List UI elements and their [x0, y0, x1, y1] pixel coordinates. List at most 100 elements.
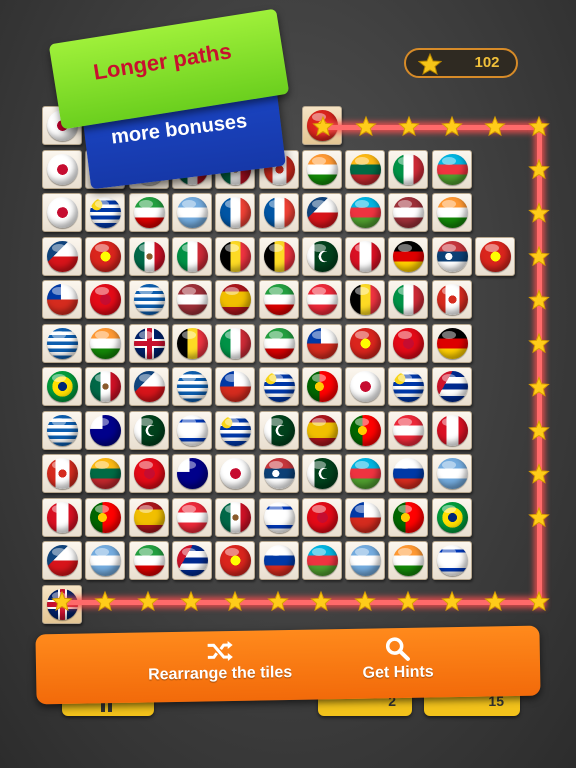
flag-tile-in[interactable]: [388, 541, 429, 580]
flag-tile-be[interactable]: [215, 236, 256, 276]
flag-tile-au[interactable]: [85, 410, 126, 450]
flag-tile-pt[interactable]: [345, 410, 386, 450]
flag-tile-de[interactable]: [431, 323, 472, 363]
flag-tile-cl[interactable]: [215, 367, 256, 406]
flag-tile-pe[interactable]: [42, 497, 82, 537]
flag-tile-ir[interactable]: [128, 193, 169, 232]
flag-tile-ar[interactable]: [345, 541, 386, 580]
flag-tile-cu[interactable]: [431, 367, 472, 406]
flag-tile-tr[interactable]: [85, 280, 126, 319]
flag-tile-it[interactable]: [171, 236, 212, 276]
flag-tile-br[interactable]: [431, 497, 472, 537]
flag-az-icon: [436, 153, 468, 185]
flag-tile-pk[interactable]: [301, 454, 342, 493]
flag-tile-cz[interactable]: [301, 193, 342, 232]
flag-tile-in[interactable]: [301, 149, 342, 189]
flag-tile-cz[interactable]: [42, 236, 82, 276]
flag-tile-es[interactable]: [301, 410, 342, 450]
flag-tile-gb[interactable]: [128, 323, 169, 363]
flag-tile-cz[interactable]: [42, 541, 82, 580]
flag-tile-kr[interactable]: [345, 367, 386, 406]
flag-tile-kr[interactable]: [42, 149, 82, 189]
flag-tile-gr[interactable]: [42, 323, 82, 363]
flag-tile-cl[interactable]: [345, 497, 386, 537]
get-hints-button[interactable]: Get Hints: [348, 635, 449, 683]
flag-tile-ar[interactable]: [431, 454, 472, 493]
flag-tile-rs[interactable]: [431, 236, 472, 276]
flag-tile-ar[interactable]: [85, 541, 126, 580]
flag-tile-it[interactable]: [388, 149, 429, 189]
flag-tile-vn[interactable]: [215, 541, 256, 580]
flag-tile-es[interactable]: [128, 497, 169, 537]
rearrange-button[interactable]: Rearrange the tiles: [140, 638, 301, 685]
flag-tile-mx[interactable]: [128, 236, 169, 276]
flag-tile-il[interactable]: [171, 410, 212, 450]
flag-tile-uy[interactable]: [388, 367, 429, 406]
flag-tile-pk[interactable]: [128, 410, 169, 450]
flag-tile-az[interactable]: [301, 541, 342, 580]
flag-tile-it[interactable]: [388, 280, 429, 319]
flag-tile-uy[interactable]: [215, 410, 256, 450]
flag-tile-lv[interactable]: [171, 280, 212, 319]
flag-tile-at[interactable]: [301, 280, 342, 319]
flag-tile-rs[interactable]: [258, 454, 299, 493]
flag-tile-ir[interactable]: [128, 541, 169, 580]
flag-tile-uy[interactable]: [85, 193, 126, 232]
flag-tile-gr[interactable]: [42, 410, 82, 450]
flag-tile-ru[interactable]: [388, 454, 429, 493]
flag-tile-pt[interactable]: [85, 497, 126, 537]
flag-tile-in[interactable]: [431, 193, 472, 232]
flag-tile-vn[interactable]: [475, 236, 515, 276]
flag-tile-az[interactable]: [431, 149, 472, 189]
flag-tile-az[interactable]: [345, 193, 386, 232]
flag-tile-gr[interactable]: [128, 280, 169, 319]
flag-tile-be[interactable]: [345, 280, 386, 319]
flag-tile-au[interactable]: [171, 454, 212, 493]
flag-tile-kr[interactable]: [42, 193, 82, 232]
flag-tile-ru[interactable]: [258, 541, 299, 580]
flag-tile-be[interactable]: [258, 236, 299, 276]
flag-tile-il[interactable]: [258, 497, 299, 537]
flag-tile-cl[interactable]: [42, 280, 82, 319]
flag-tile-il[interactable]: [431, 541, 472, 580]
flag-tile-pe[interactable]: [345, 236, 386, 276]
flag-tile-at[interactable]: [388, 410, 429, 450]
flag-tile-ir[interactable]: [258, 323, 299, 363]
flag-tile-vn[interactable]: [345, 323, 386, 363]
flag-tile-pk[interactable]: [258, 410, 299, 450]
flag-tile-de[interactable]: [388, 236, 429, 276]
flag-tile-pk[interactable]: [301, 236, 342, 276]
flag-tile-ir[interactable]: [258, 280, 299, 319]
flag-tile-in[interactable]: [85, 323, 126, 363]
flag-tile-tr[interactable]: [388, 323, 429, 363]
flag-tile-pe[interactable]: [431, 410, 472, 450]
flag-tile-ca[interactable]: [431, 280, 472, 319]
flag-tile-cl[interactable]: [301, 323, 342, 363]
flag-tile-it[interactable]: [215, 323, 256, 363]
flag-tile-mx[interactable]: [215, 497, 256, 537]
flag-tile-ar[interactable]: [171, 193, 212, 232]
flag-tile-br[interactable]: [42, 367, 82, 406]
flag-tile-mx[interactable]: [85, 367, 126, 406]
flag-tile-at[interactable]: [171, 497, 212, 537]
flag-tile-gr[interactable]: [171, 367, 212, 406]
flag-tile-fr[interactable]: [215, 193, 256, 232]
flag-tile-fr[interactable]: [258, 193, 299, 232]
flag-tile-pt[interactable]: [301, 367, 342, 406]
flag-tile-tr[interactable]: [128, 454, 169, 493]
flag-tile-ca[interactable]: [42, 454, 82, 493]
flag-tile-az[interactable]: [345, 454, 386, 493]
flag-tile-uy[interactable]: [258, 367, 299, 406]
flag-tile-es[interactable]: [215, 280, 256, 319]
flag-tile-be[interactable]: [171, 323, 212, 363]
flag-tile-lt[interactable]: [345, 149, 386, 189]
flag-tile-pt[interactable]: [388, 497, 429, 537]
flag-tile-kr[interactable]: [215, 454, 256, 493]
flag-tile-vn[interactable]: [85, 236, 126, 276]
flag-tile-cu[interactable]: [171, 541, 212, 580]
flag-tile-cz[interactable]: [128, 367, 169, 406]
flag-tile-tr[interactable]: [301, 497, 342, 537]
flag-gb-icon: [133, 327, 165, 359]
flag-tile-lt[interactable]: [85, 454, 126, 493]
flag-tile-lv[interactable]: [388, 193, 429, 232]
